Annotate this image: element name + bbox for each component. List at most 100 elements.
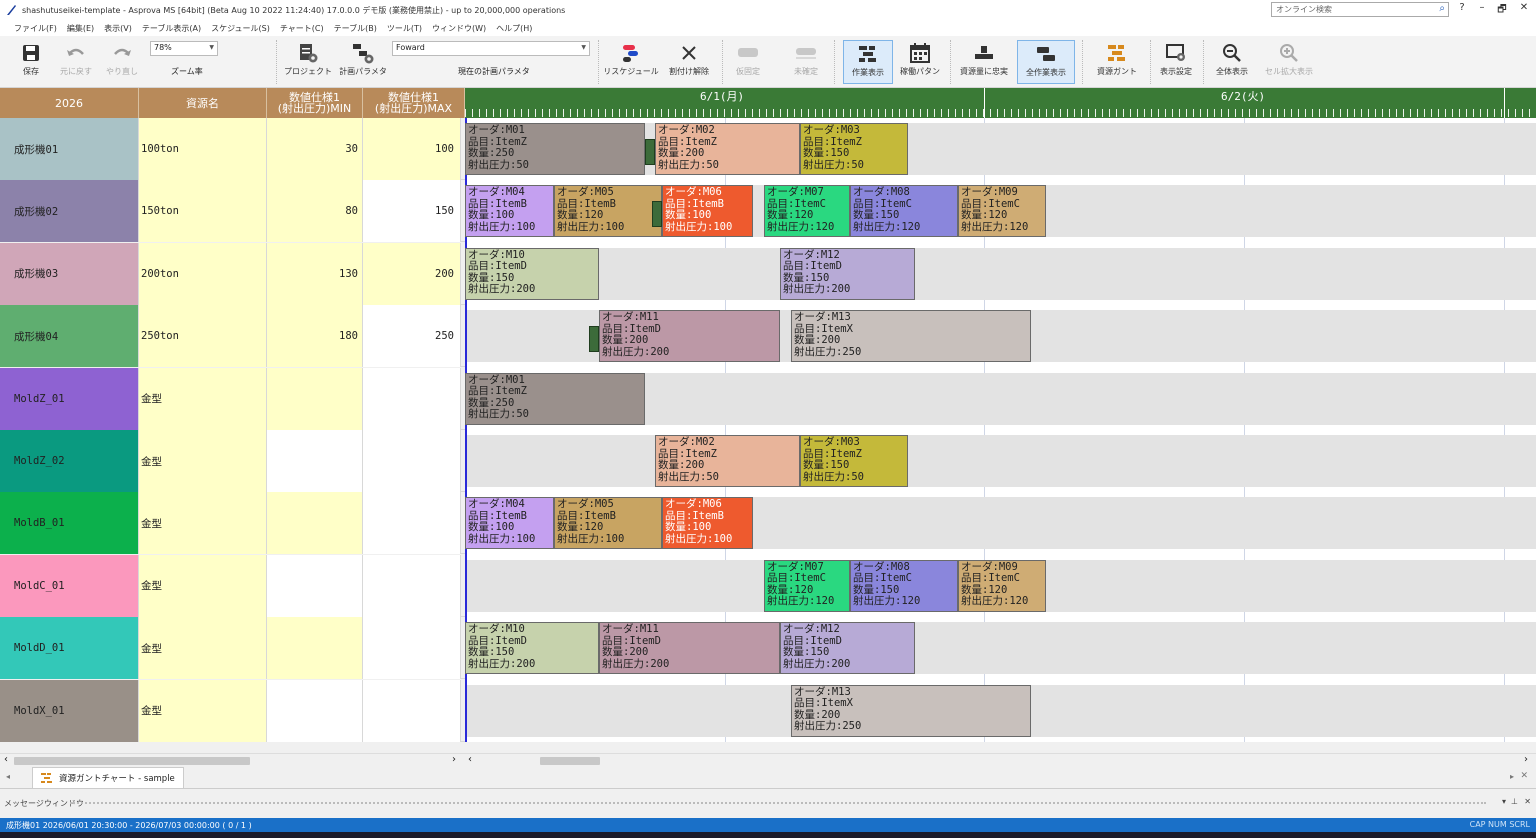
gantt-task-bar[interactable]: オーダ:M10 品目:ItemD 数量:150 射出圧力:200: [465, 622, 599, 675]
setup-marker[interactable]: [589, 326, 599, 353]
close-tab-icon[interactable]: ✕: [1520, 771, 1528, 781]
dropdown-icon[interactable]: ▾: [1502, 797, 1506, 806]
search-icon[interactable]: ⌕: [1439, 3, 1445, 14]
resource-code-cell[interactable]: MoldD_01: [0, 617, 139, 680]
gantt-scroll-thumb[interactable]: [540, 757, 600, 765]
gantt-task-bar[interactable]: オーダ:M09 品目:ItemC 数量:120 射出圧力:120: [958, 559, 1046, 612]
scroll-right-icon[interactable]: ›: [452, 754, 456, 765]
unassign-button[interactable]: 割付け解除: [666, 40, 712, 84]
resource-row[interactable]: 成形機04 250ton 180 250: [0, 305, 465, 368]
setup-marker[interactable]: [645, 139, 655, 165]
show-all-button[interactable]: 全体表示: [1212, 40, 1252, 84]
menu-tools[interactable]: ツール(T): [387, 23, 422, 34]
display-settings-button[interactable]: 表示設定: [1156, 40, 1196, 84]
gantt-task-bar[interactable]: オーダ:M04 品目:ItemB 数量:100 射出圧力:100: [465, 497, 554, 550]
resource-row[interactable]: MoldZ_01 金型: [0, 367, 465, 430]
gantt-task-bar[interactable]: オーダ:M03 品目:ItemZ 数量:150 射出圧力:50: [800, 435, 908, 487]
pressure-max-cell[interactable]: [363, 367, 461, 430]
redo-button[interactable]: やり直し: [104, 40, 140, 84]
header-pressure-min[interactable]: 数値仕様1 (射出圧力)MIN: [267, 88, 363, 118]
resource-code-cell[interactable]: MoldZ_01: [0, 367, 139, 430]
pressure-max-cell[interactable]: [363, 617, 461, 680]
gantt-task-bar[interactable]: オーダ:M03 品目:ItemZ 数量:150 射出圧力:50: [800, 123, 908, 175]
pressure-min-cell[interactable]: 30: [267, 118, 363, 180]
online-search-input[interactable]: オンライン検索 ⌕: [1271, 2, 1449, 17]
tab-resource-gantt[interactable]: 資源ガントチャート - sample: [32, 767, 184, 788]
gantt-task-bar[interactable]: オーダ:M11 品目:ItemD 数量:200 射出圧力:200: [599, 310, 780, 363]
restore-icon[interactable]: 🗗: [1492, 2, 1512, 19]
pressure-max-cell[interactable]: [363, 679, 461, 742]
gantt-task-bar[interactable]: オーダ:M08 品目:ItemC 数量:150 射出圧力:120: [850, 559, 958, 612]
pressure-min-cell[interactable]: [267, 367, 363, 430]
calendar-button[interactable]: 稼働パタン: [898, 40, 942, 84]
plan-param-select[interactable]: Foward ▼: [392, 41, 590, 56]
resource-name-cell[interactable]: 金型: [139, 679, 267, 742]
resource-code-cell[interactable]: MoldC_01: [0, 554, 139, 617]
pressure-min-cell[interactable]: [267, 554, 363, 617]
gantt-task-bar[interactable]: オーダ:M10 品目:ItemD 数量:150 射出圧力:200: [465, 247, 599, 300]
menu-table-view[interactable]: テーブル表示(A): [142, 23, 201, 34]
resource-code-cell[interactable]: MoldX_01: [0, 679, 139, 742]
resource-code-cell[interactable]: MoldB_01: [0, 492, 139, 555]
resource-code-cell[interactable]: MoldZ_02: [0, 430, 139, 492]
resource-name-cell[interactable]: 金型: [139, 492, 267, 555]
menu-window[interactable]: ウィンドウ(W): [432, 23, 486, 34]
gantt-task-bar[interactable]: オーダ:M02 品目:ItemZ 数量:200 射出圧力:50: [655, 435, 800, 487]
all-work-view-button[interactable]: 全作業表示: [1017, 40, 1075, 84]
save-button[interactable]: 保存: [16, 40, 46, 84]
resource-row[interactable]: 成形機01 100ton 30 100: [0, 118, 465, 180]
resource-gantt-button[interactable]: 資源ガント: [1090, 40, 1144, 84]
gantt-task-bar[interactable]: オーダ:M06 品目:ItemB 数量:100 射出圧力:100: [662, 497, 753, 550]
gantt-task-bar[interactable]: オーダ:M13 品目:ItemX 数量:200 射出圧力:250: [791, 310, 1031, 363]
gantt-task-bar[interactable]: オーダ:M12 品目:ItemD 数量:150 射出圧力:200: [780, 622, 915, 675]
menu-view[interactable]: 表示(V): [104, 23, 132, 34]
pressure-min-cell[interactable]: [267, 617, 363, 680]
resource-name-cell[interactable]: 金型: [139, 617, 267, 680]
tab-scroll-left-icon[interactable]: ◂: [6, 772, 10, 781]
help-icon[interactable]: ?: [1452, 2, 1472, 13]
setup-marker[interactable]: [652, 201, 662, 228]
pressure-min-cell[interactable]: 130: [267, 242, 363, 305]
resource-row[interactable]: MoldZ_02 金型: [0, 430, 465, 492]
pressure-min-cell[interactable]: [267, 492, 363, 555]
work-view-button[interactable]: 作業表示: [843, 40, 893, 84]
resource-code-cell[interactable]: 成形機01: [0, 118, 139, 180]
horizontal-scrollbar[interactable]: ‹ › ‹ ›: [0, 753, 1536, 767]
resource-name-cell[interactable]: 金型: [139, 367, 267, 430]
resource-name-cell[interactable]: 100ton: [139, 118, 267, 180]
header-resource-name[interactable]: 資源名: [139, 88, 267, 118]
fixed-button[interactable]: 仮固定: [730, 40, 766, 84]
unfixed-button[interactable]: 未確定: [788, 40, 824, 84]
gantt-task-bar[interactable]: オーダ:M06 品目:ItemB 数量:100 射出圧力:100: [662, 185, 753, 238]
resource-code-cell[interactable]: 成形機04: [0, 305, 139, 368]
cell-zoom-button[interactable]: セル拡大表示: [1262, 40, 1316, 84]
menu-edit[interactable]: 編集(E): [67, 23, 94, 34]
pressure-max-cell[interactable]: 200: [363, 242, 461, 305]
menu-chart[interactable]: チャート(C): [280, 23, 324, 34]
menu-table[interactable]: テーブル(B): [334, 23, 377, 34]
header-year[interactable]: 2026: [0, 88, 139, 118]
gantt-task-bar[interactable]: オーダ:M12 品目:ItemD 数量:150 射出圧力:200: [780, 247, 915, 300]
tab-scroll-right-icon[interactable]: ▸: [1510, 772, 1514, 781]
header-pressure-max[interactable]: 数値仕様1 (射出圧力)MAX: [363, 88, 465, 118]
resource-code-cell[interactable]: 成形機02: [0, 180, 139, 243]
zoom-select[interactable]: 78% ▼: [150, 41, 218, 56]
gantt-chart-area[interactable]: オーダ:M01 品目:ItemZ 数量:250 射出圧力:50 オーダ:M02 品目:It…: [465, 118, 1536, 742]
grid-scroll-thumb[interactable]: [14, 757, 250, 765]
resource-name-cell[interactable]: 金型: [139, 430, 267, 492]
undo-button[interactable]: 元に戻す: [58, 40, 94, 84]
close-icon[interactable]: ✕: [1524, 797, 1531, 806]
pin-icon[interactable]: ⊥: [1511, 797, 1518, 806]
close-icon[interactable]: ✕: [1514, 2, 1534, 13]
menu-schedule[interactable]: スケジュール(S): [211, 23, 270, 34]
load-view-button[interactable]: 資源量に忠実: [956, 40, 1012, 84]
gantt-task-bar[interactable]: オーダ:M13 品目:ItemX 数量:200 射出圧力:250: [791, 684, 1031, 737]
menu-file[interactable]: ファイル(F): [14, 23, 57, 34]
resource-row[interactable]: MoldB_01 金型: [0, 492, 465, 555]
gantt-task-bar[interactable]: オーダ:M04 品目:ItemB 数量:100 射出圧力:100: [465, 185, 554, 238]
scroll-left-icon[interactable]: ‹: [468, 754, 472, 765]
gantt-task-bar[interactable]: オーダ:M09 品目:ItemC 数量:120 射出圧力:120: [958, 185, 1046, 238]
project-button[interactable]: プロジェクト: [284, 40, 332, 84]
resource-row[interactable]: 成形機03 200ton 130 200: [0, 242, 465, 305]
gantt-task-bar[interactable]: オーダ:M01 品目:ItemZ 数量:250 射出圧力:50: [465, 123, 645, 175]
